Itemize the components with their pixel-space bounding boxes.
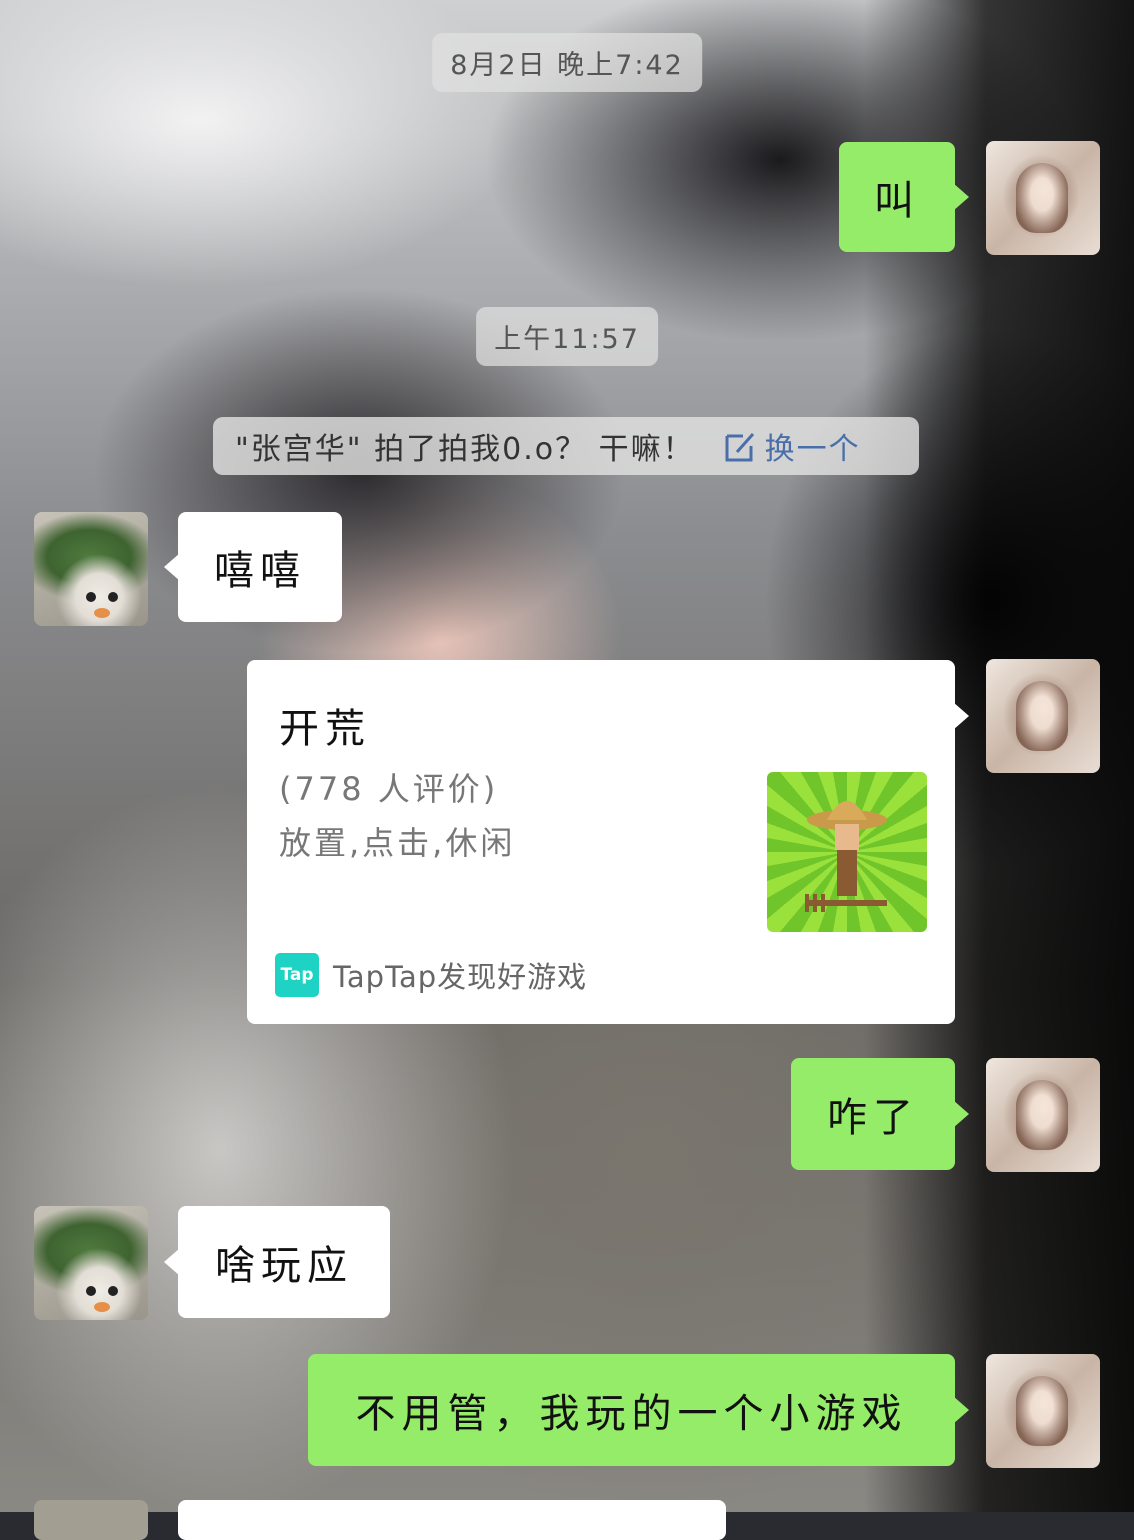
change-pat-link[interactable]: 换一个 (723, 424, 861, 468)
message-bubble-contact[interactable]: 啥玩应 (164, 1206, 390, 1318)
contact-avatar[interactable] (34, 512, 148, 626)
pat-notice: "张宫华" 拍了拍我0.o？ 干嘛！ 换一个 (213, 417, 919, 475)
app-card-rating: (778 人评价) (279, 770, 499, 808)
timestamp: 上午11:57 (476, 307, 658, 366)
message-bubble-contact[interactable] (178, 1500, 726, 1540)
message-bubble-contact[interactable]: 嘻嘻 (164, 512, 342, 622)
timestamp: 8月2日 晚上7:42 (432, 33, 702, 92)
contact-avatar[interactable] (34, 1206, 148, 1320)
pat-notice-text: "张宫华" 拍了拍我0.o？ 干嘛！ (235, 432, 695, 467)
app-card-title: 开荒 (279, 706, 371, 752)
my-avatar[interactable] (986, 1354, 1100, 1468)
taptap-logo-icon: Tap (275, 953, 319, 997)
app-card-source-text: TapTap发现好游戏 (333, 960, 588, 994)
my-avatar[interactable] (986, 1058, 1100, 1172)
message-bubble-mine[interactable]: 不用管，我玩的一个小游戏 (308, 1354, 969, 1466)
edit-icon (725, 433, 754, 462)
my-avatar[interactable] (986, 659, 1100, 773)
game-icon (767, 772, 927, 932)
contact-avatar[interactable] (34, 1500, 148, 1540)
app-share-card[interactable]: 开荒 (778 人评价) 放置,点击,休闲 Tap TapTap发现好游戏 (247, 660, 969, 1024)
message-bubble-mine[interactable]: 咋了 (791, 1058, 969, 1170)
app-card-source: Tap TapTap发现好游戏 (275, 953, 587, 997)
app-card-tags: 放置,点击,休闲 (279, 824, 516, 862)
message-bubble-mine[interactable]: 叫 (839, 142, 969, 252)
change-pat-label: 换一个 (764, 432, 861, 467)
my-avatar[interactable] (986, 141, 1100, 255)
